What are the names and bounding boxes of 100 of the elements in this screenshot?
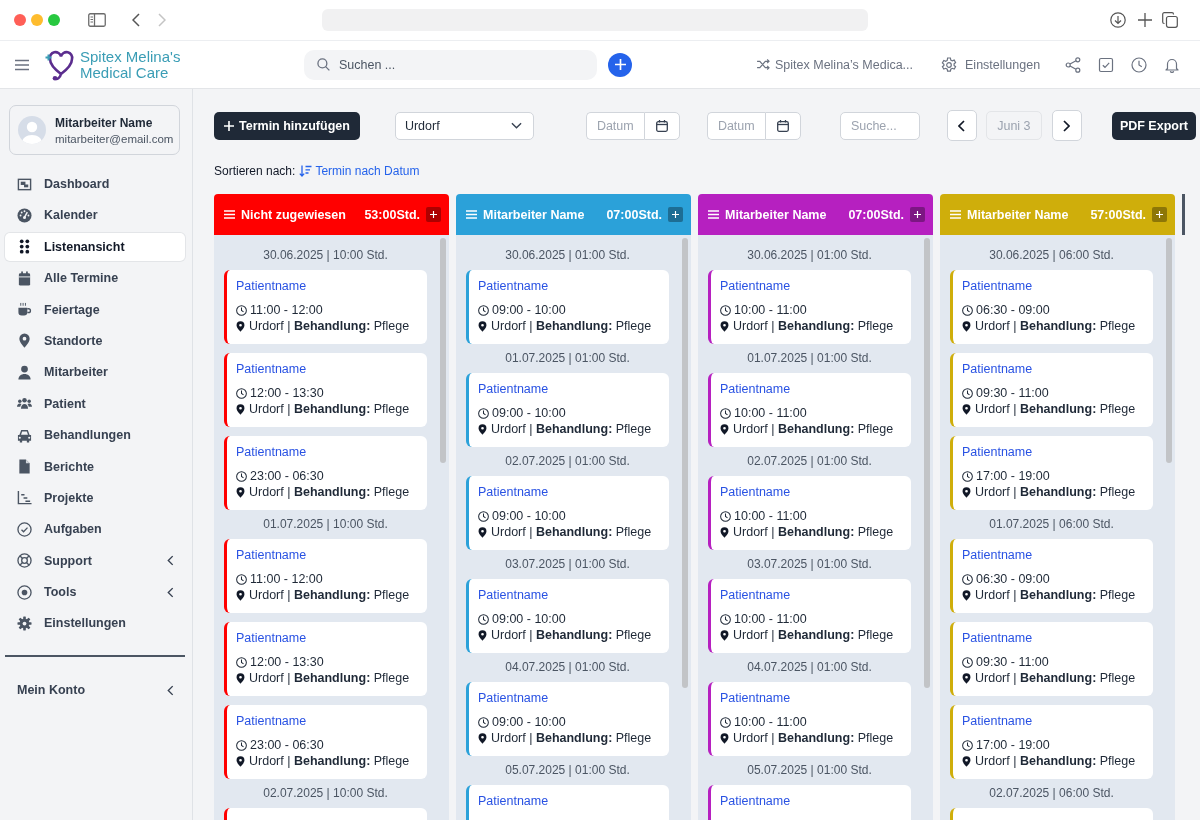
- nav-item[interactable]: Patient: [5, 389, 185, 418]
- nav-item[interactable]: Listenansicht: [5, 232, 185, 261]
- previous-button[interactable]: [946, 110, 977, 141]
- appointment-card[interactable]: Patientname 10:00 - 11:00 Urdorf | Behandlung: Pflege: [708, 270, 911, 344]
- appointment-card[interactable]: Patientname 12:00 - 13:30 Urdorf | Behandlung: Pflege: [224, 353, 427, 427]
- sidebar-icon[interactable]: [88, 13, 106, 27]
- patient-link[interactable]: Patientname: [962, 279, 1145, 293]
- patient-link[interactable]: Patientname: [236, 362, 419, 376]
- nav-item[interactable]: Support: [5, 546, 185, 575]
- search-field[interactable]: Suche...: [839, 111, 920, 140]
- close-window-icon[interactable]: [14, 14, 26, 26]
- appointment-card[interactable]: Patientname 11:00 - 12:00 Urdorf | Behandlung: Pflege: [224, 270, 427, 344]
- date-field[interactable]: Datum: [706, 111, 765, 140]
- appointment-card[interactable]: Patientname: [466, 785, 669, 820]
- appointment-card[interactable]: Patientname 23:00 - 06:30 Urdorf | Behandlung: Pflege: [224, 436, 427, 510]
- nav-item[interactable]: Behandlungen: [5, 421, 185, 450]
- appointment-card[interactable]: Patientname 17:00 - 19:00 Urdorf | Behandlung: Pflege: [950, 705, 1153, 779]
- patient-link[interactable]: Patientname: [478, 691, 661, 705]
- plus-icon[interactable]: [1138, 13, 1152, 27]
- nav-item[interactable]: Aufgaben: [5, 515, 185, 544]
- patient-link[interactable]: Patientname: [478, 588, 661, 602]
- patient-link[interactable]: Patientname: [478, 485, 661, 499]
- patient-link[interactable]: Patientname: [478, 382, 661, 396]
- nav-item[interactable]: Dashboard: [5, 170, 185, 198]
- nav-item[interactable]: Standorte: [5, 326, 185, 355]
- download-icon[interactable]: [1110, 12, 1126, 28]
- appointment-card[interactable]: Patientname 12:00 - 13:30 Urdorf | Behandlung: Pflege: [224, 622, 427, 696]
- nav-item[interactable]: Projekte: [5, 483, 185, 512]
- scrollbar-thumb[interactable]: [924, 238, 930, 688]
- appointment-card[interactable]: Patientname 23:00 - 06:30 Urdorf | Behandlung: Pflege: [224, 705, 427, 779]
- pdf-export-button[interactable]: PDF Export: [1111, 111, 1196, 140]
- patient-link[interactable]: Patientname: [236, 714, 419, 728]
- bell-icon[interactable]: [1164, 56, 1181, 73]
- appointment-card[interactable]: Patientname 09:00 - 10:00 Urdorf | Behandlung: Pflege: [466, 476, 669, 550]
- appointment-card[interactable]: Patientname 06:30 - 09:00 Urdorf | Behandlung: Pflege: [950, 270, 1153, 344]
- nav-item[interactable]: Tools: [5, 578, 185, 607]
- location-select[interactable]: Urdorf: [394, 111, 534, 140]
- patient-link[interactable]: Patientname: [720, 279, 903, 293]
- add-button[interactable]: [608, 52, 632, 77]
- add-button[interactable]: [668, 207, 683, 222]
- plus-icon: [614, 59, 626, 70]
- appointment-card[interactable]: Patientname 06:30 - 09:00 Urdorf | Behandlung: Pflege: [950, 539, 1153, 613]
- patient-link[interactable]: Patientname: [236, 631, 419, 645]
- appointment-card[interactable]: Patientname 09:00 - 10:00 Urdorf | Behandlung: Pflege: [466, 270, 669, 344]
- nav-item[interactable]: Feiertage: [5, 295, 185, 324]
- patient-link[interactable]: Patientname: [962, 362, 1145, 376]
- patient-link[interactable]: Patientname: [236, 548, 419, 562]
- search-field[interactable]: Suchen ...: [304, 49, 597, 80]
- appointment-card[interactable]: Patientname 10:00 - 11:00 Urdorf | Behandlung: Pflege: [708, 373, 911, 447]
- user-card[interactable]: Mitarbeiter Name mitarbeiter@email.com: [9, 105, 180, 155]
- appointment-card[interactable]: Patientname 09:30 - 11:00 Urdorf | Behandlung: Pflege: [950, 622, 1153, 696]
- patient-link[interactable]: Patientname: [962, 445, 1145, 459]
- patient-link[interactable]: Patientname: [962, 714, 1145, 728]
- patient-link[interactable]: Patientname: [478, 794, 661, 808]
- appointment-card[interactable]: Patientname 10:00 - 11:00 Urdorf | Behandlung: Pflege: [708, 579, 911, 653]
- clock-icon[interactable]: [1131, 56, 1148, 73]
- nav-item[interactable]: Einstellungen: [5, 609, 185, 638]
- patient-link[interactable]: Patientname: [720, 485, 903, 499]
- tabs-icon[interactable]: [1162, 12, 1178, 28]
- patient-link[interactable]: Patientname: [720, 691, 903, 705]
- nav-item[interactable]: Kalender: [5, 201, 185, 230]
- add-appointment-button[interactable]: Termin hinzufügen: [214, 111, 360, 140]
- check-square-icon[interactable]: [1098, 56, 1115, 73]
- add-button[interactable]: [1152, 207, 1167, 222]
- nav-item[interactable]: Alle Termine: [5, 264, 185, 293]
- settings-link[interactable]: Einstellungen: [941, 56, 1041, 73]
- scrollbar-thumb[interactable]: [682, 238, 688, 688]
- workspace-switcher[interactable]: Spitex Melina’s Medica...: [757, 57, 914, 72]
- patient-link[interactable]: Patientname: [720, 382, 903, 396]
- calendar-button[interactable]: [764, 111, 801, 140]
- scrollbar-thumb[interactable]: [1166, 238, 1172, 463]
- share-icon[interactable]: [1065, 56, 1082, 73]
- patient-link[interactable]: Patientname: [236, 445, 419, 459]
- appointment-card[interactable]: Patientname 10:00 - 11:00 Urdorf | Behandlung: Pflege: [708, 476, 911, 550]
- appointment-card[interactable]: Patientname 11:00 - 12:00 Urdorf | Behandlung: Pflege: [224, 539, 427, 613]
- appointment-card[interactable]: Patientname 09:00 - 10:00 Urdorf | Behandlung: Pflege: [466, 579, 669, 653]
- appointment-card[interactable]: Patientname 09:00 - 10:00 Urdorf | Behandlung: Pflege: [466, 373, 669, 447]
- account-menu[interactable]: Mein Konto: [5, 676, 185, 705]
- appointment-card[interactable]: Patientname 09:30 - 11:00 Urdorf | Behandlung: Pflege: [950, 353, 1153, 427]
- nav-item[interactable]: Mitarbeiter: [5, 358, 185, 387]
- scrollbar-thumb[interactable]: [440, 238, 446, 463]
- patient-link[interactable]: Patientname: [720, 588, 903, 602]
- patient-link[interactable]: Patientname: [962, 548, 1145, 562]
- next-button[interactable]: [1051, 110, 1082, 141]
- date-field[interactable]: Datum: [585, 111, 644, 140]
- patient-link[interactable]: Patientname: [720, 794, 903, 808]
- patient-link[interactable]: Patientname: [962, 631, 1145, 645]
- menu-icon[interactable]: [15, 58, 29, 71]
- appointment-card[interactable]: Patientname 17:00 - 19:00 Urdorf | Behandlung: Pflege: [950, 436, 1153, 510]
- nav-item[interactable]: Berichte: [5, 452, 185, 481]
- patient-link[interactable]: Patientname: [236, 279, 419, 293]
- sort-link[interactable]: Termin nach Datum: [299, 164, 420, 178]
- patient-link[interactable]: Patientname: [478, 279, 661, 293]
- back-icon[interactable]: [132, 13, 140, 27]
- add-button[interactable]: [426, 207, 441, 222]
- appointment-card[interactable]: Patientname: [708, 785, 911, 820]
- appointment-card[interactable]: Patientname 10:00 - 11:00 Urdorf | Behandlung: Pflege: [708, 682, 911, 756]
- calendar-button[interactable]: [643, 111, 680, 140]
- add-button[interactable]: [910, 207, 925, 222]
- appointment-card[interactable]: Patientname 09:00 - 10:00 Urdorf | Behandlung: Pflege: [466, 682, 669, 756]
